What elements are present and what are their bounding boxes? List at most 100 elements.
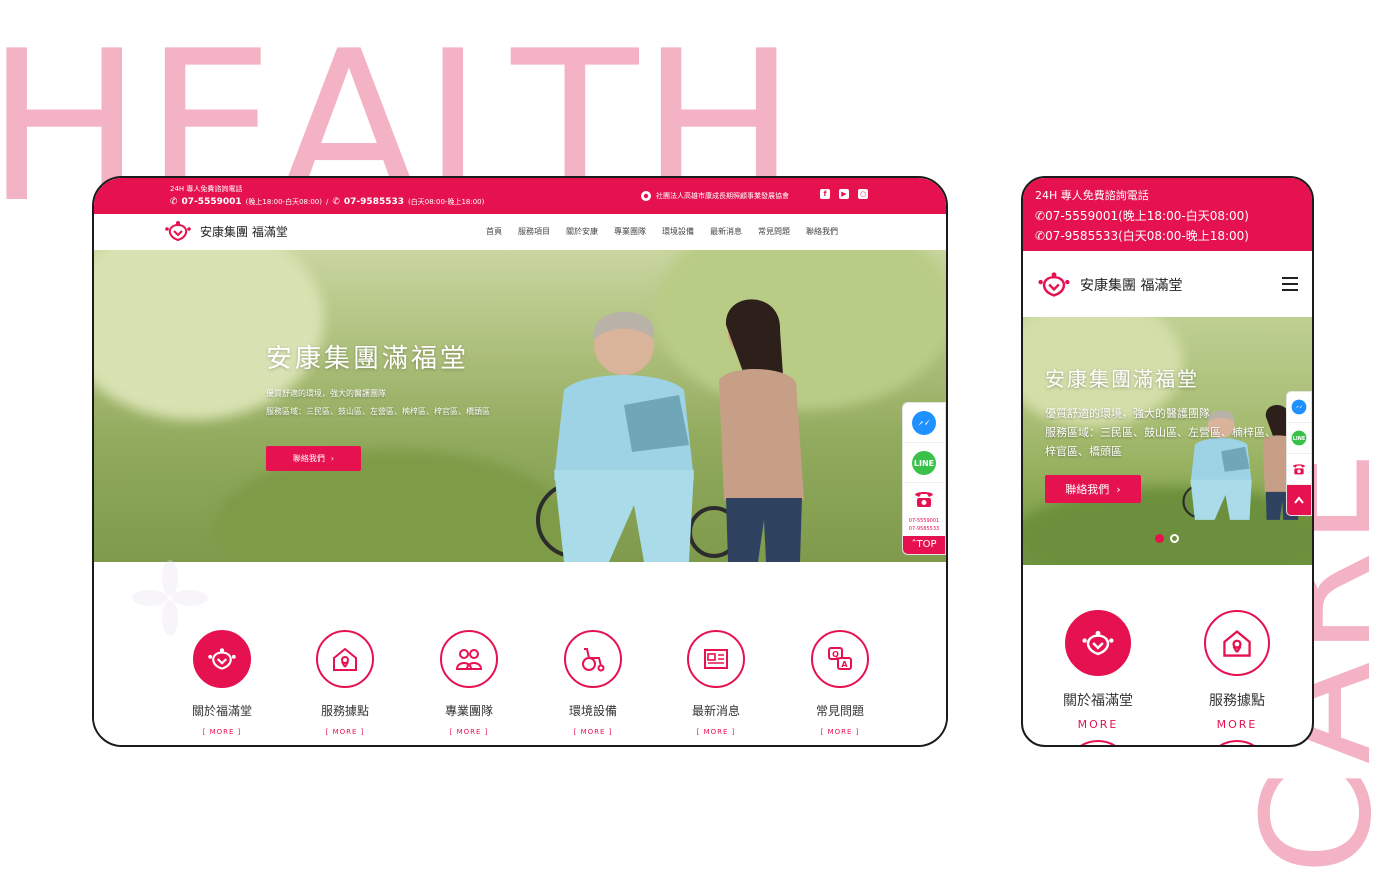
toolbar-phone-numbers: 07-5559001 07-9585533 [903,515,945,536]
more-link[interactable]: [ MORE ] [666,728,766,736]
call-button[interactable] [1287,454,1311,485]
hero-subtitle-line3: 梓官區、橋頭區 [1045,445,1122,458]
messenger-button[interactable] [903,403,945,443]
back-to-top-button[interactable] [1287,485,1311,515]
menu-item-facilities[interactable]: 環境設備 [662,226,694,237]
house-pin-icon [1223,630,1251,657]
logo-icon [1082,630,1114,656]
phone1-link[interactable]: 07-5559001 [182,197,242,207]
line-button[interactable]: LINE [903,443,945,483]
menu-item-faq[interactable]: 常見問題 [758,226,790,237]
chevron-right-icon: › [330,454,335,463]
logo-text: 安康集團 福滿堂 [1080,277,1183,294]
phone-icon: ✆ [332,197,340,207]
hero-banner: 安康集團滿福堂 優質舒適的環境，強大的醫護團隊 服務區域：三民區、鼓山區、左營區… [94,250,946,562]
logo-icon [1038,272,1070,297]
more-link[interactable]: [ MORE ] [419,728,519,736]
contact-us-label: 聯絡我們 [1065,483,1110,496]
contact-us-button[interactable]: 聯絡我們 › [266,446,361,471]
feature-label: 關於福滿堂 [191,704,252,718]
desktop-topbar: 24H 專人免費諮詢電話 ✆ 07-5559001 (晚上18:00-白天08:… [94,178,946,214]
phone2-link[interactable]: ✆07-9585533(白天08:00-晚上18:00) [1035,227,1249,244]
carousel-dot[interactable] [1170,534,1179,543]
feature-team[interactable]: 專業團隊 [ MORE ] [419,630,519,736]
site-logo[interactable]: 安康集團 福滿堂 [164,220,288,242]
carousel-dot-active[interactable] [1155,534,1164,543]
svg-text:LINE: LINE [1293,436,1305,442]
phone-icon: ✆ [170,197,178,207]
feature-facilities[interactable]: 環境設備 [ MORE ] [543,630,643,736]
feature-label: 關於福滿堂 [1063,693,1133,709]
hotline-label: 24H 專人免費諮詢電話 [1035,189,1149,202]
feature-label: 常見問題 [815,704,864,718]
hamburger-menu-icon[interactable] [1282,277,1298,291]
feature-faq[interactable]: QA 常見問題 [ MORE ] [790,630,890,736]
feature-label: 最新消息 [691,704,740,718]
youtube-icon[interactable]: ▶ [839,189,849,199]
logo-icon [165,221,191,242]
more-link[interactable]: [ MORE ] [172,728,272,736]
phone-separator: / [326,198,329,206]
messenger-icon [1291,399,1307,415]
site-logo[interactable]: 安康集團 福滿堂 [1037,271,1182,298]
menu-item-team[interactable]: 專業團隊 [614,226,646,237]
feature-news[interactable]: 最新消息 [ MORE ] [666,630,766,736]
association-name: 社團法人高雄市康成長期照顧事業發展協會 [656,192,789,200]
desktop-navbar: 安康集團 福滿堂 首頁 服務項目 關於安康 專業團隊 環境設備 最新消息 常見問… [94,214,946,250]
menu-item-news[interactable]: 最新消息 [710,226,742,237]
hero-subtitle-line2: 服務區域：三民區、鼓山區、左營區、楠梓區、 [1045,426,1276,439]
more-link[interactable]: MORE [1182,718,1292,731]
feature-icon-circle [440,630,498,688]
toolbar-phone2[interactable]: 07-9585533 [903,526,945,534]
feature-icon-circle [1065,610,1131,676]
phone-icon: ✆ [1035,229,1046,243]
toolbar-phone1[interactable]: 07-5559001 [903,518,945,526]
feature-locations[interactable]: 服務據點 [ MORE ] [295,630,395,736]
mobile-navbar: 安康集團 福滿堂 [1023,251,1312,317]
house-pin-icon [333,647,357,671]
svg-text:A: A [841,660,848,669]
mobile-hero-banner: 安康集團滿福堂 優質舒適的環境，強大的醫護團隊 服務區域：三民區、鼓山區、左營區… [1023,317,1312,565]
messenger-icon [912,410,936,435]
menu-item-home[interactable]: 首頁 [486,226,502,237]
instagram-icon[interactable]: ○ [858,189,868,199]
telephone-icon [915,492,933,507]
feature-locations[interactable]: 服務據點 MORE [1182,610,1292,731]
association-link[interactable]: 社團法人高雄市康成長期照顧事業發展協會 [640,190,789,202]
feature-icon-circle: QA [811,630,869,688]
desktop-mockup: 24H 專人免費諮詢電話 ✆ 07-5559001 (晚上18:00-白天08:… [92,176,948,747]
caregiver-photo [536,299,804,562]
phone1-link[interactable]: ✆07-5559001(晚上18:00-白天08:00) [1035,207,1249,224]
telephone-icon [1293,464,1305,475]
call-button[interactable] [903,483,945,515]
svg-text:LINE: LINE [914,459,934,468]
menu-item-contact[interactable]: 聯絡我們 [806,226,838,237]
mobile-topbar: 24H 專人免費諮詢電話 ✆07-5559001(晚上18:00-白天08:00… [1023,178,1312,251]
facebook-icon[interactable]: f [820,189,830,199]
newspaper-icon [704,649,728,669]
mobile-mockup: 24H 專人免費諮詢電話 ✆07-5559001(晚上18:00-白天08:00… [1021,176,1314,747]
back-to-top-button[interactable]: ˄TOP [903,536,945,554]
floating-contact-toolbar: LINE 07-5559001 07-9585533 ˄TOP [902,402,946,555]
phone2-link[interactable]: 07-9585533 [344,197,404,207]
logo-icon [208,648,236,670]
phone-row: ✆ 07-5559001 (晚上18:00-白天08:00) / ✆ 07-95… [170,197,484,207]
feature-label: 環境設備 [568,704,617,718]
hero-subtitle-line2: 服務區域：三民區、鼓山區、左營區、楠梓區、梓官區、橋頭區 [266,407,490,416]
line-icon: LINE [1291,430,1307,446]
menu-item-about[interactable]: 關於安康 [566,226,598,237]
feature-about[interactable]: 關於福滿堂 [ MORE ] [172,630,272,736]
more-link[interactable]: [ MORE ] [790,728,890,736]
feature-icon-circle-partial [1065,740,1131,745]
line-button[interactable]: LINE [1287,423,1311,454]
more-link[interactable]: MORE [1043,718,1153,731]
feature-about[interactable]: 關於福滿堂 MORE [1043,610,1153,731]
more-link[interactable]: [ MORE ] [543,728,643,736]
contact-us-button[interactable]: 聯絡我們 › [1045,475,1141,503]
hero-subtitle-line1: 優質舒適的環境，強大的醫護團隊 [266,389,386,398]
floating-contact-toolbar: LINE [1286,391,1312,516]
messenger-button[interactable] [1287,392,1311,423]
team-icon [455,649,483,670]
menu-item-services[interactable]: 服務項目 [518,226,550,237]
more-link[interactable]: [ MORE ] [295,728,395,736]
